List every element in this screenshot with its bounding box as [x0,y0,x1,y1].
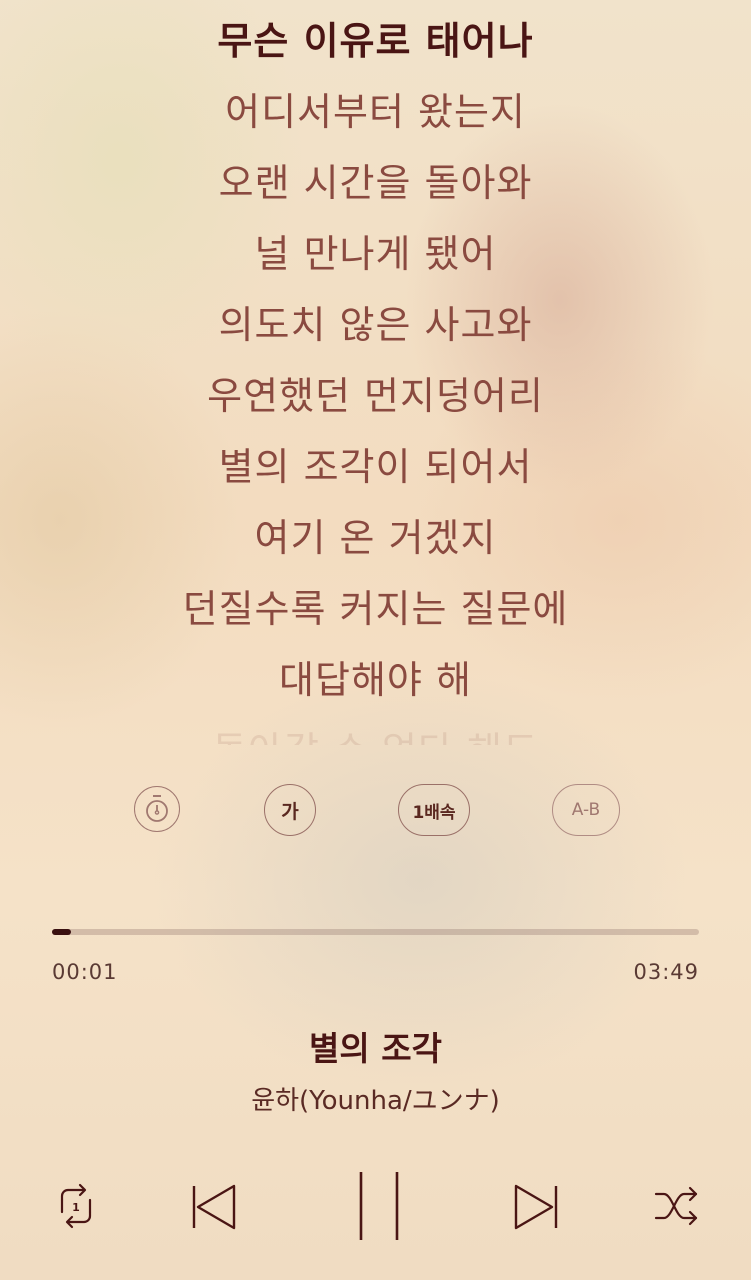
lyric-line[interactable]: 여기 온 거겠지 [0,503,751,574]
skip-previous-icon [192,1184,236,1230]
lyric-line[interactable]: 별의 조각이 되어서 [0,432,751,503]
sleep-timer-button[interactable] [134,786,180,832]
playback-speed-button[interactable]: 1배속 [398,784,470,836]
seek-bar[interactable] [52,929,699,935]
seek-bar-fill [52,929,72,935]
lyric-line[interactable]: 우연했던 먼지덩어리 [0,361,751,432]
pause-icon [359,1172,399,1240]
repeat-one-icon: 1 [60,1183,92,1229]
lyric-line[interactable]: 대답해야 해 [0,645,751,716]
lyric-line-faded[interactable]: 돌아갈 수 없다 해도 [0,716,751,745]
lyrics-panel[interactable]: 무슨 이유로 태어나 어디서부터 왔는지 오랜 시간을 돌아와 널 만나게 됐어… [0,0,751,745]
shuffle-icon [654,1186,698,1226]
skip-next-icon [514,1184,558,1230]
lyric-line[interactable]: 오랜 시간을 돌아와 [0,148,751,219]
lyric-line[interactable]: 던질수록 커지는 질문에 [0,574,751,645]
pause-button[interactable] [348,1170,404,1242]
repeat-button[interactable]: 1 [50,1182,102,1230]
current-time: 00:01 [52,960,118,984]
repeat-badge: 1 [72,1201,80,1214]
artist-name[interactable]: 윤하(Younha/ユンナ) [0,1080,751,1117]
next-button[interactable] [510,1180,564,1234]
previous-button[interactable] [186,1180,240,1234]
song-title[interactable]: 별의 조각 [0,1022,751,1070]
lyric-tools-bar: 가 1배속 A-B [0,784,751,840]
font-size-button[interactable]: 가 [264,784,316,836]
timer-icon [146,795,168,822]
lyric-line[interactable]: 의도치 않은 사고와 [0,290,751,361]
lyric-line[interactable]: 어디서부터 왔는지 [0,77,751,148]
shuffle-button[interactable] [652,1182,702,1230]
lyric-line-current[interactable]: 무슨 이유로 태어나 [0,6,751,77]
ab-repeat-button[interactable]: A-B [552,784,620,836]
total-time: 03:49 [633,960,699,984]
playback-controls: 1 [0,1170,751,1242]
lyric-line[interactable]: 널 만나게 됐어 [0,219,751,290]
